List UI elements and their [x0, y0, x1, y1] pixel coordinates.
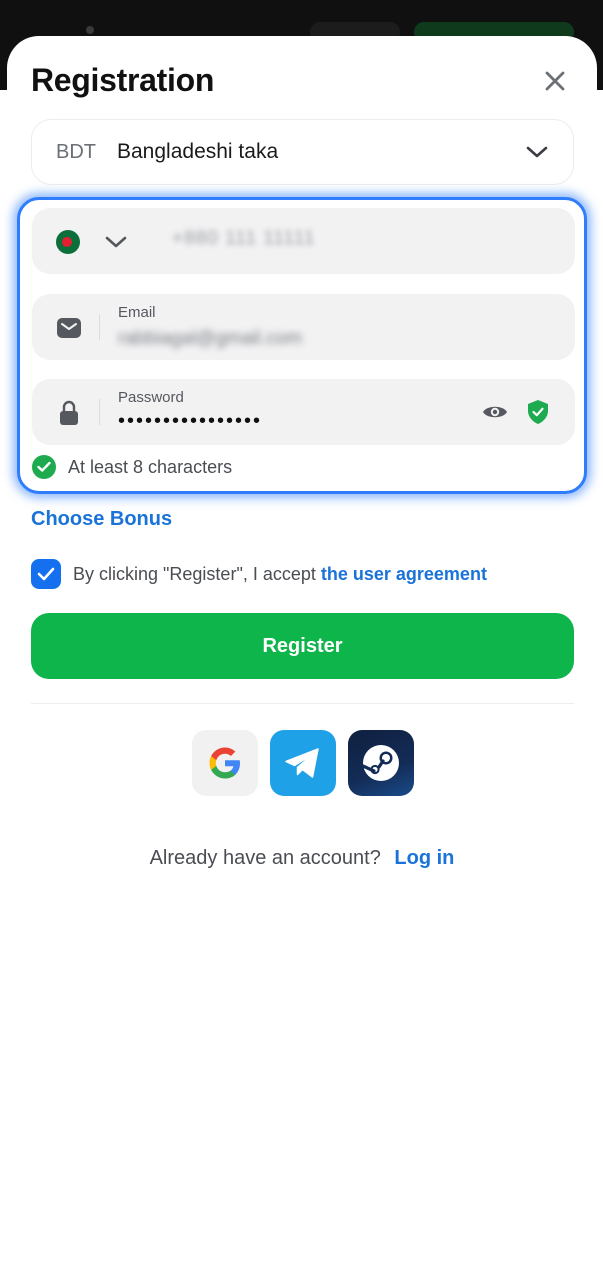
telegram-icon — [285, 748, 319, 778]
country-code-dropdown[interactable] — [103, 230, 129, 254]
steam-icon — [361, 745, 399, 781]
currency-name: Bangladeshi taka — [117, 140, 279, 163]
login-prompt-row: Already have an account? Log in — [7, 847, 597, 870]
agreement-checkbox[interactable] — [31, 559, 61, 589]
close-icon — [545, 71, 565, 91]
mail-icon — [56, 315, 82, 341]
divider — [31, 703, 574, 704]
google-icon — [209, 747, 240, 779]
check-circle-icon — [32, 455, 56, 479]
email-input[interactable]: rabbiagal@gmail.com — [118, 328, 302, 350]
password-hint-text: At least 8 characters — [68, 456, 233, 477]
eye-icon — [483, 406, 507, 418]
phone-input[interactable]: +880 111 11111 — [172, 228, 315, 250]
currency-code: BDT — [56, 140, 96, 163]
login-link[interactable]: Log in — [394, 847, 454, 869]
user-agreement-link[interactable]: the user agreement — [321, 564, 487, 585]
registration-sheet: Registration BDT Bangladeshi taka +880 1… — [7, 36, 597, 1280]
dialog-title: Registration — [31, 62, 215, 98]
email-label: Email — [118, 304, 156, 321]
agreement-row: By clicking "Register", I accept the use… — [31, 559, 487, 589]
phone-field[interactable]: +880 111 11111 — [32, 208, 575, 274]
telegram-login-button[interactable] — [270, 730, 336, 796]
email-field[interactable]: Email rabbiagal@gmail.com — [32, 294, 575, 360]
bangladesh-flag-icon — [56, 230, 80, 254]
credentials-form: +880 111 11111 Email rabbiagal@gmail.com — [17, 197, 587, 494]
currency-select[interactable]: BDT Bangladeshi taka — [31, 119, 574, 185]
password-label: Password — [118, 389, 184, 406]
lock-icon — [56, 400, 82, 426]
choose-bonus-link[interactable]: Choose Bonus — [31, 508, 172, 531]
social-login-row — [192, 730, 414, 796]
checkmark-icon — [37, 567, 55, 581]
agreement-text: By clicking "Register", I accept — [73, 563, 316, 584]
steam-login-button[interactable] — [348, 730, 414, 796]
login-prompt: Already have an account? — [149, 847, 381, 869]
google-login-button[interactable] — [192, 730, 258, 796]
chevron-down-icon — [105, 236, 127, 248]
close-button[interactable] — [540, 66, 570, 96]
shield-check-icon — [526, 398, 550, 426]
register-button[interactable]: Register — [31, 613, 574, 679]
password-field[interactable]: Password •••••••••••••••• — [32, 379, 575, 445]
chevron-down-icon — [526, 146, 548, 158]
toggle-password-visibility[interactable] — [481, 399, 509, 425]
password-requirement: At least 8 characters — [32, 455, 232, 479]
password-input[interactable]: •••••••••••••••• — [118, 410, 262, 433]
